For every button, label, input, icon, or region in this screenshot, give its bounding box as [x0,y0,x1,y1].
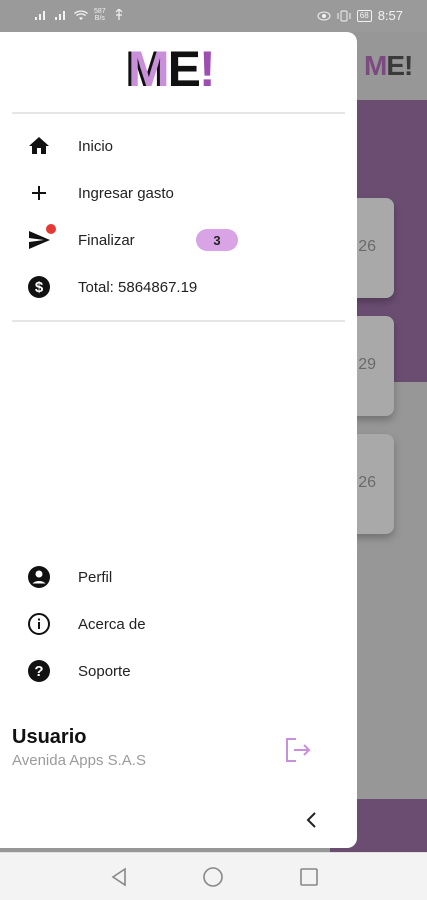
account-icon [26,564,52,590]
menu-item-finalizar[interactable]: Finalizar 3 [0,218,357,262]
menu-item-perfil[interactable]: Perfil [0,555,357,599]
home-icon [26,133,52,159]
user-info: Usuario Avenida Apps S.A.S [12,726,146,769]
menu-item-label: Total: 5864867.19 [78,278,198,296]
user-company: Avenida Apps S.A.S [12,752,146,769]
menu-item-inicio[interactable]: Inicio [0,124,357,168]
signal-icon [35,11,45,20]
menu-item-label: Perfil [78,568,113,586]
clock: 8:57 [377,8,403,23]
plus-icon [26,180,52,206]
vibrate-icon [337,10,351,21]
card-value: 26 [358,238,376,255]
info-icon [26,611,52,637]
menu-item-label: Inicio [78,137,114,155]
notification-dot [46,224,56,234]
wifi-icon [74,10,88,20]
recents-icon[interactable] [298,866,320,888]
home-button-icon[interactable] [202,866,224,888]
chevron-left-icon[interactable] [300,808,324,832]
divider [12,112,345,114]
eye-icon [317,11,331,20]
menu-item-label: Acerca de [78,615,146,633]
user-name: Usuario [12,726,87,748]
send-icon [26,224,56,253]
count-badge: 3 [196,229,238,251]
menu-item-label: Ingresar gasto [78,184,174,202]
signal-icon [55,11,65,20]
status-bar: 587 B/s 68 8:57 [0,0,427,32]
back-icon[interactable] [108,866,130,888]
battery-level: 68 [356,9,372,22]
help-icon: ? [26,658,52,684]
app-logo: ME! [128,41,216,97]
menu-item-soporte[interactable]: ? Soporte [0,649,357,693]
menu-item-acerca-de[interactable]: Acerca de [0,602,357,646]
usb-icon [115,9,123,20]
menu-item-ingresar-gasto[interactable]: Ingresar gasto [0,171,357,215]
system-nav-bar [0,852,427,900]
card-value: 29 [358,356,376,373]
navigation-drawer: ME! Inicio Ingresar gasto Finalizar 3 $ … [0,32,357,848]
network-speed: 587 B/s [94,8,106,22]
menu-item-total[interactable]: $ Total: 5864867.19 [0,265,357,309]
svg-text:$: $ [35,279,44,296]
logout-icon[interactable] [284,737,312,763]
card-value: 26 [358,474,376,491]
menu-item-label: Soporte [78,662,131,680]
svg-text:?: ? [34,663,43,680]
divider [12,320,345,322]
menu-item-label: Finalizar [78,231,135,249]
background-logo: ME! [364,50,413,81]
dollar-icon: $ [26,274,52,300]
